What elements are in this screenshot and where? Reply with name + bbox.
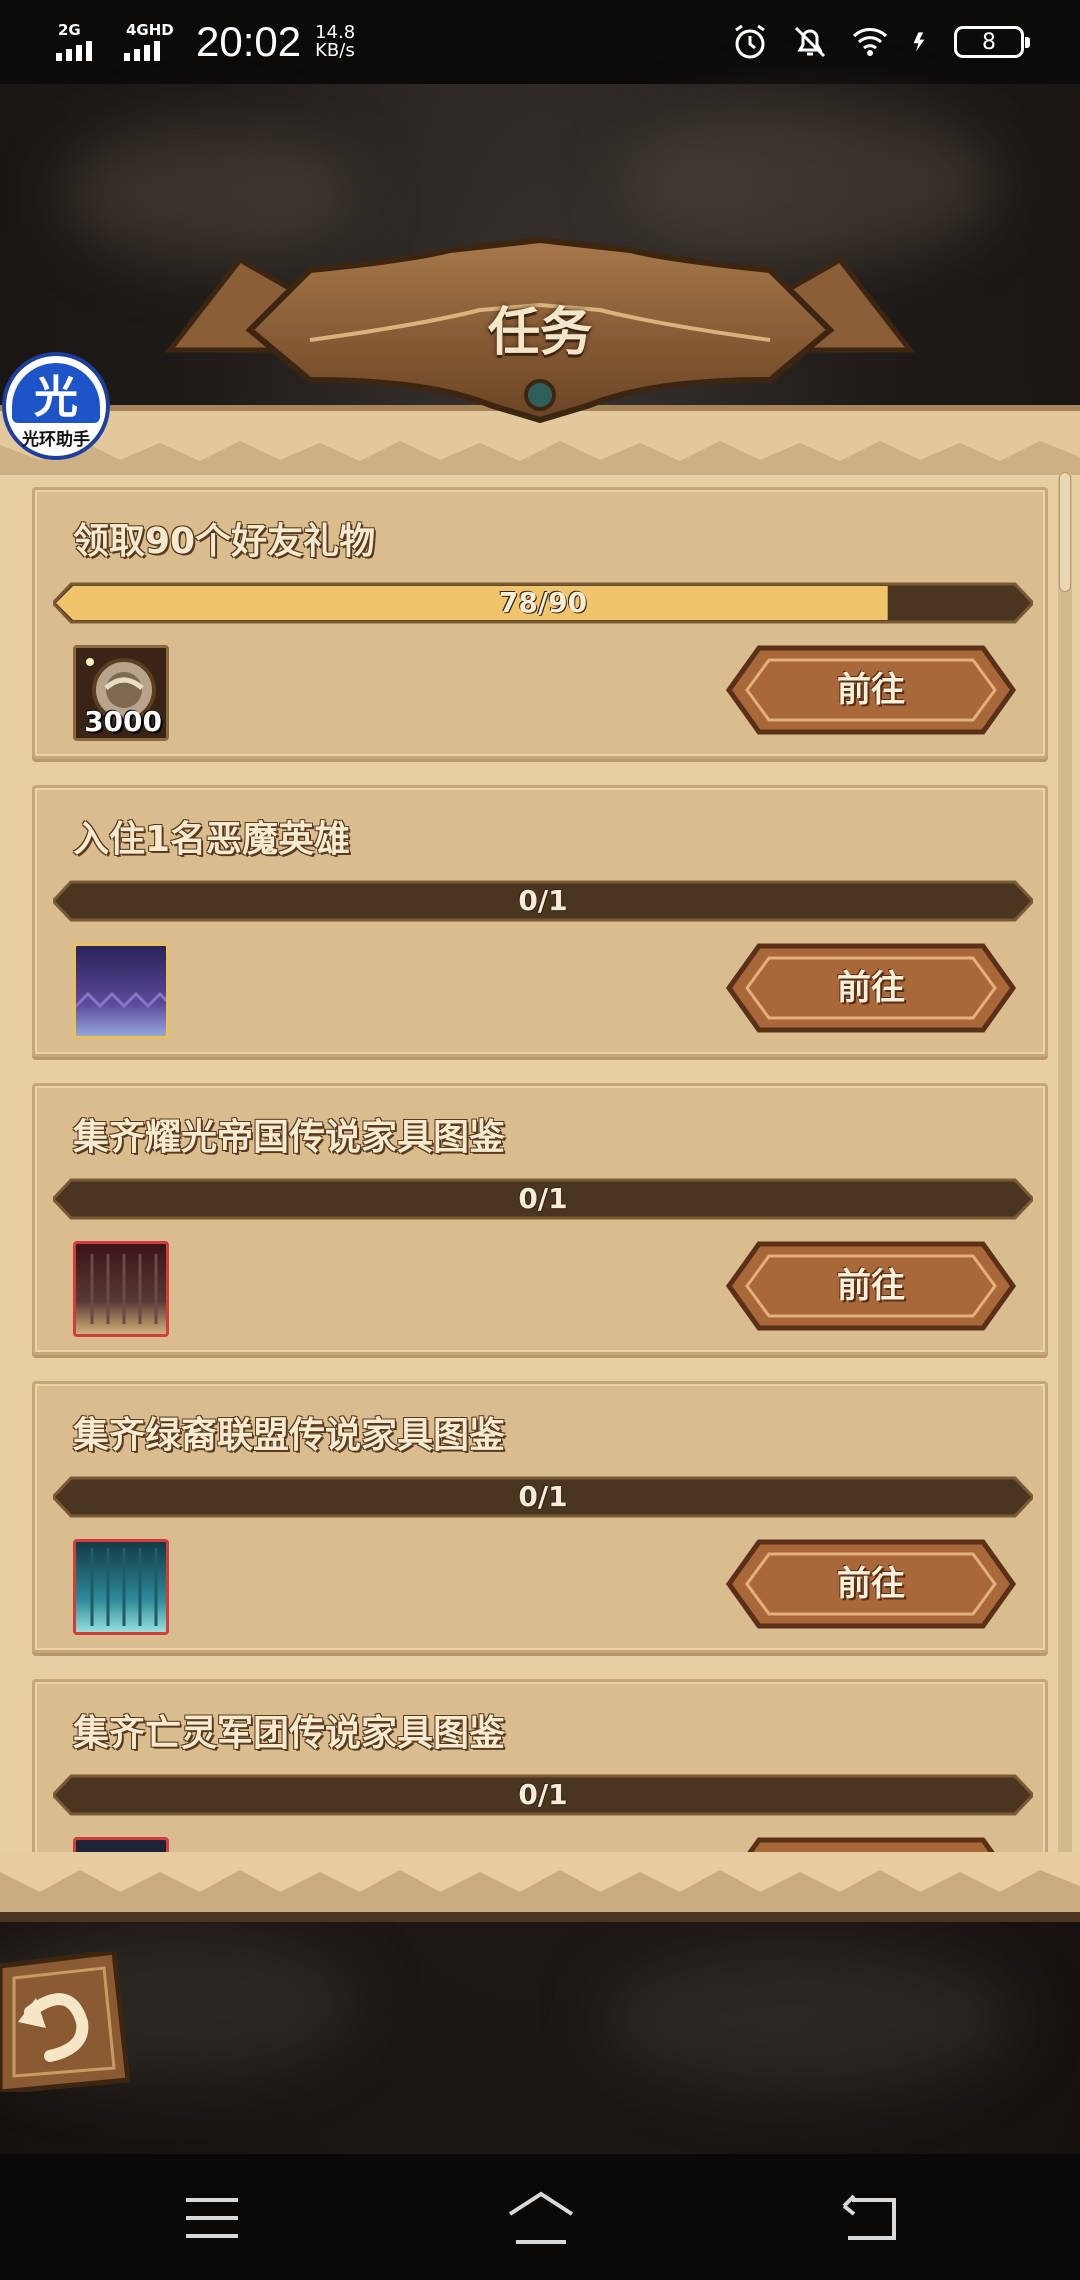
go-button[interactable]: 前往 — [725, 1238, 1017, 1334]
network-label-1: 2G — [58, 21, 81, 39]
panel-bottom-edge — [0, 1852, 1080, 1922]
scrollbar-thumb[interactable] — [1059, 472, 1071, 592]
reward-item[interactable] — [73, 1539, 169, 1635]
task-card: 集齐耀光帝国传说家具图鉴 0/1 前往 — [32, 1083, 1048, 1355]
go-button-label: 前往 — [837, 1564, 905, 1604]
alarm-icon — [735, 24, 765, 59]
network-speed: 14.8 KB/s — [315, 24, 355, 60]
clock: 20:02 — [196, 18, 302, 65]
task-title: 集齐耀光帝国传说家具图鉴 — [73, 1117, 506, 1158]
task-title: 领取90个好友礼物 — [73, 521, 376, 562]
signal-group: 2G 4GHD — [56, 21, 178, 61]
reward-item[interactable] — [73, 943, 169, 1039]
task-title: 集齐绿裔联盟传说家具图鉴 — [73, 1415, 506, 1456]
progress-text: 0/1 — [518, 884, 568, 917]
return-button[interactable] — [0, 1949, 131, 2095]
logo-text: 光环助手 — [22, 429, 90, 450]
task-card: 领取90个好友礼物 78/90 3000 前往 — [32, 487, 1048, 759]
go-button[interactable]: 前往 — [725, 940, 1017, 1036]
logo-mark: 光 — [12, 362, 100, 423]
app-logo[interactable]: 光 光环助手 — [2, 352, 110, 460]
battery-icon: 8 — [954, 26, 1030, 58]
purple-furniture-icon — [76, 946, 166, 1036]
go-button[interactable]: 前往 — [725, 642, 1017, 738]
status-bar: 2G 4GHD 20:02 14.8 KB/s 8 — [0, 0, 1080, 84]
progress-bar: 0/1 — [53, 1474, 1033, 1520]
task-card: 集齐绿裔联盟传说家具图鉴 0/1 前往 — [32, 1381, 1048, 1653]
return-arrow-icon — [0, 1949, 131, 2095]
progress-text: 0/1 — [518, 1480, 568, 1513]
reward-item[interactable]: 3000 — [73, 645, 169, 741]
task-card: 入住1名恶魔英雄 0/1 前往 — [32, 785, 1048, 1057]
progress-bar: 0/1 — [53, 878, 1033, 924]
progress-text: 0/1 — [518, 1182, 568, 1215]
go-button-label: 前往 — [837, 968, 905, 1008]
task-title: 集齐亡灵军团传说家具图鉴 — [73, 1713, 506, 1754]
task-card: 集齐亡灵军团传说家具图鉴 0/1 前往 — [32, 1679, 1048, 1852]
page-title: 任务 — [487, 303, 592, 363]
task-list[interactable]: 领取90个好友礼物 78/90 3000 前往 入住1名恶魔英雄 0/1 前往 … — [30, 480, 1050, 1852]
teal-furniture-icon — [76, 1542, 166, 1632]
go-button-label: 前往 — [837, 1266, 905, 1306]
progress-bar: 78/90 — [53, 580, 1033, 626]
menu-icon[interactable] — [182, 2190, 242, 2246]
red-furniture-icon — [76, 1244, 166, 1334]
progress-text: 78/90 — [498, 586, 588, 619]
wifi-icon — [852, 28, 888, 56]
reward-item[interactable] — [73, 1837, 169, 1852]
go-button-label: 前往 — [837, 670, 905, 710]
header-banner: 任务 — [150, 230, 930, 430]
back-icon[interactable] — [840, 2190, 900, 2246]
signal-4g-icon: 4GHD — [124, 21, 178, 61]
dark-furniture-icon — [76, 1840, 166, 1852]
mute-bell-icon — [794, 26, 826, 58]
network-label-2: 4GHD — [126, 21, 174, 39]
scrollbar[interactable] — [1058, 472, 1072, 1862]
system-nav-bar — [0, 2154, 1080, 2280]
go-button[interactable]: 前往 — [725, 1536, 1017, 1632]
go-button-label: 前往 — [725, 1834, 1017, 1852]
go-button[interactable]: 前往 — [725, 1834, 1017, 1852]
progress-bar: 0/1 — [53, 1176, 1033, 1222]
progress-text: 0/1 — [518, 1778, 568, 1811]
reward-count: 3000 — [84, 705, 162, 738]
reward-item[interactable] — [73, 1241, 169, 1337]
progress-bar: 0/1 — [53, 1772, 1033, 1818]
signal-2g-icon: 2G — [56, 21, 110, 61]
battery-level: 8 — [982, 29, 996, 55]
charging-icon — [913, 32, 925, 52]
task-title: 入住1名恶魔英雄 — [73, 819, 351, 860]
home-icon[interactable] — [506, 2190, 576, 2246]
speed-unit: KB/s — [315, 40, 355, 61]
